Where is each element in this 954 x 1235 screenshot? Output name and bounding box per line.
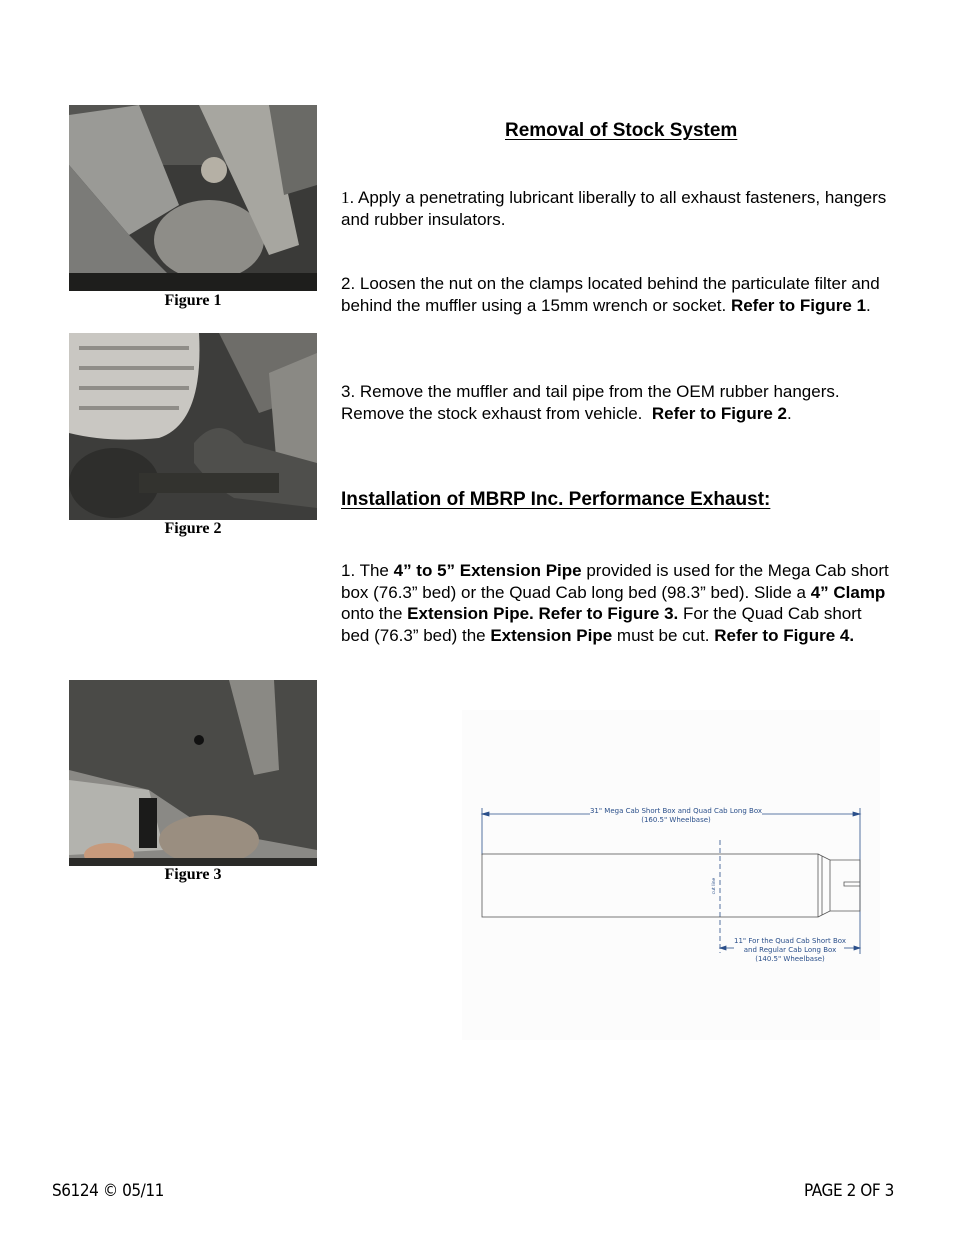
top-dimension-label-1: 31" Mega Cab Short Box and Quad Cab Long… [590,807,762,815]
removal-step-1: 1. Apply a penetrating lubricant liberal… [341,187,901,230]
figure-3-caption: Figure 3 [164,866,222,883]
figure-2-caption: Figure 2 [164,520,222,537]
figure-3-photo [69,680,317,866]
figure-reference: Extension Pipe. Refer to Figure 3. [407,604,679,623]
removal-step-2: 2. Loosen the nut on the clamps located … [341,273,881,316]
bottom-dimension-label-3: (140.5" Wheelbase) [755,955,825,963]
installation-step-1: 1. The 4” to 5” Extension Pipe provided … [341,560,893,646]
pipe-drawing [481,853,861,918]
footer-page-number: PAGE 2 OF 3 [804,1181,894,1201]
top-dimension-label-2: (160.5" Wheelbase) [641,816,711,824]
figure-reference: Refer to Figure 1 [730,295,867,315]
installation-heading: Installation of MBRP Inc. Performance Ex… [341,489,771,510]
arrow-head [852,811,862,817]
removal-step-3: 3. Remove the muffler and tail pipe from… [341,381,901,424]
removal-heading: Removal of Stock System [505,120,738,141]
figure-2-photo [69,333,317,520]
part-name: 4” Clamp [810,582,886,602]
bottom-dimension-label-2: and Regular Cab Long Box [744,946,837,954]
step-text: must be cut. [612,625,715,645]
figure-1-caption: Figure 1 [164,292,222,309]
cut-line-label: cut line [711,877,717,894]
bottom-dimension-label-1: 11" For the Quad Cab Short Box [734,937,846,945]
arrow-head [718,945,727,951]
footer-doc-id: S6124 © 05/11 [52,1181,164,1201]
pipe-outlet [830,859,861,912]
figure-1-photo [69,105,317,291]
step-text: 1. The [341,561,394,580]
arrow-head [853,945,862,951]
extension-pipe-diagram: 31" Mega Cab Short Box and Quad Cab Long… [462,710,880,1040]
pipe-body [481,853,819,918]
arrow-head [480,811,490,817]
step-text: . Apply a penetrating lubricant liberall… [341,188,887,229]
punctuation: . [866,295,871,315]
figure-reference: Refer to Figure 4. [714,625,855,645]
part-name: Extension Pipe [490,625,613,645]
figure-reference: Refer to Figure 2 [651,403,787,423]
step-text: onto the [341,604,408,623]
punctuation: . [786,403,792,423]
pipe-taper [817,853,831,918]
part-name: 4” to 5” Extension Pipe [393,561,582,580]
pipe-slot [843,881,860,887]
step-number: 1 [341,188,350,207]
